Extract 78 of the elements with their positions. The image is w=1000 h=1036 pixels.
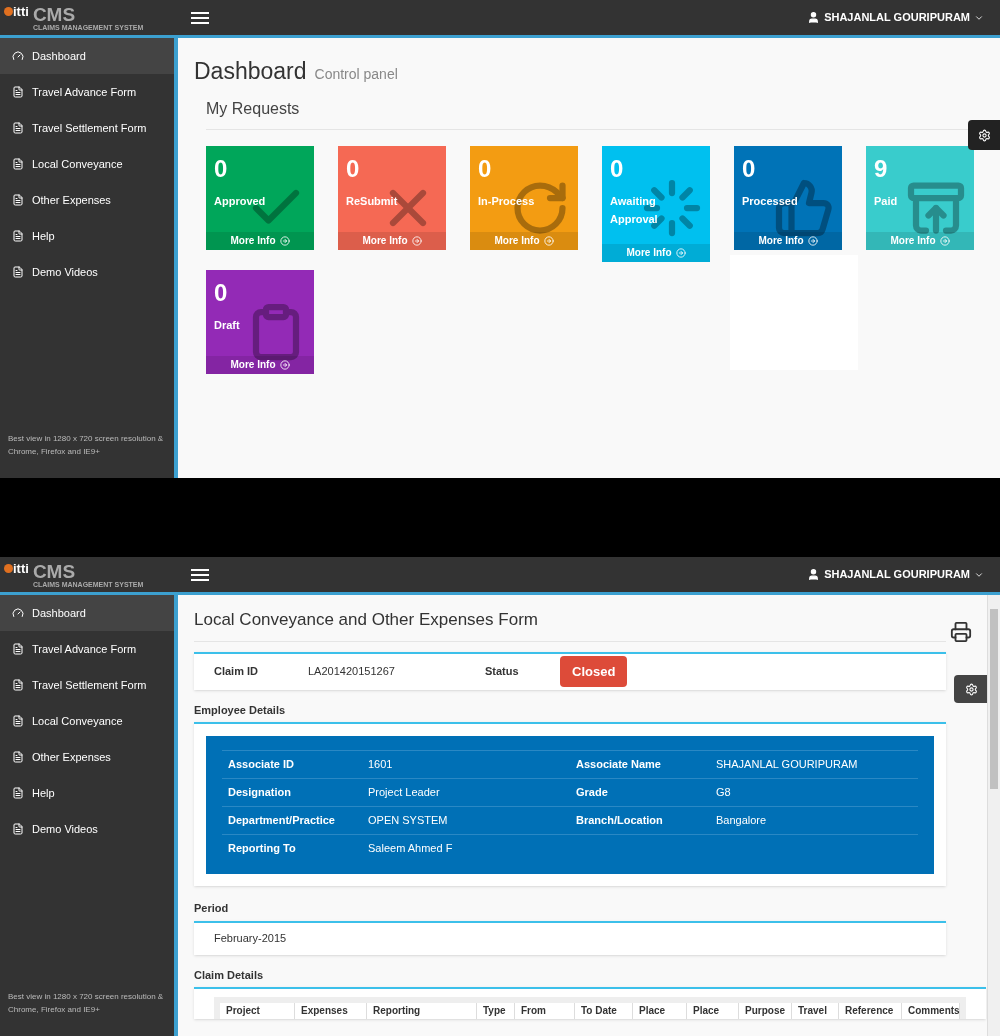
column-header: Type [477, 1003, 515, 1019]
column-header: Expenses [295, 1003, 367, 1019]
page-subtitle: Control panel [314, 65, 398, 84]
field-value: G8 [716, 785, 731, 801]
field-value: SHAJANLAL GOURIPURAM [716, 757, 858, 773]
field-label: Associate Name [576, 757, 662, 773]
column-header: Travel [792, 1003, 839, 1019]
user-menu[interactable]: SHAJANLAL GOURIPURAM [807, 9, 984, 26]
logo-title: CMS [32, 561, 77, 581]
tile-label: Processed [742, 193, 799, 209]
field-label: Associate ID [228, 757, 296, 773]
column-header: To Date [575, 1003, 633, 1019]
tile-label: ReSubmit [346, 193, 399, 209]
tile-label: In-Process [478, 193, 536, 209]
field-label: Designation [228, 785, 292, 801]
sidebar-item[interactable]: Local Conveyance [0, 146, 174, 182]
field-label: Branch/Location [576, 813, 664, 829]
tile-count: 0 [214, 277, 229, 308]
field-value: Project Leader [368, 785, 441, 801]
section-heading: Claim Details [194, 967, 265, 983]
sidebar-item[interactable]: Dashboard [0, 38, 174, 74]
field-label: Reporting To [228, 841, 297, 857]
sidebar-item[interactable]: Help [0, 218, 174, 254]
field-value: LA201420151267 [308, 664, 396, 680]
tile-label: Awaiting Approval [610, 193, 659, 227]
tile-label: Draft [214, 317, 241, 333]
field-value: Bangalore [716, 813, 767, 829]
tile-count: 0 [478, 153, 493, 184]
tile-count: 0 [610, 153, 625, 184]
more-info-link[interactable]: More Info [338, 231, 446, 250]
tile-count: 0 [346, 153, 361, 184]
field-value: February-2015 [214, 931, 287, 947]
section-title: My Requests [206, 98, 301, 119]
field-value: 1601 [368, 757, 394, 773]
sidebar-item[interactable]: Travel Advance Form [0, 631, 174, 667]
tile-label: Paid [874, 193, 899, 209]
browser-note: Best view in 1280 x 720 screen resolution & Chrome, Firefox and IE9+ [7, 991, 165, 1016]
logo-title: CMS [32, 4, 77, 24]
column-header: Purpose [739, 1003, 792, 1019]
tile-count: 9 [874, 153, 889, 184]
tile-count: 0 [742, 153, 757, 184]
field-label: Grade [576, 785, 609, 801]
more-info-link[interactable]: More Info [206, 355, 314, 374]
page-title: Local Conveyance and Other Expenses Form [194, 609, 539, 631]
section-heading: Period [194, 901, 230, 916]
tile-label: Approved [214, 193, 267, 209]
sidebar-item[interactable]: Other Expenses [0, 182, 174, 218]
sidebar-item[interactable]: Help [0, 775, 174, 811]
sidebar-item[interactable]: Travel Advance Form [0, 74, 174, 110]
sidebar-item[interactable]: Dashboard [0, 595, 174, 631]
logo-mark: itti [13, 561, 29, 575]
column-header: Comments [902, 1003, 960, 1019]
more-info-link[interactable]: More Info [734, 231, 842, 250]
sidebar-item[interactable]: Demo Videos [0, 254, 174, 290]
column-header: From [515, 1003, 575, 1019]
page-title: Dashboard [194, 57, 307, 86]
column-header: Project [220, 1003, 295, 1019]
browser-note: Best view in 1280 x 720 screen resolution & Chrome, Firefox and IE9+ [7, 433, 165, 458]
user-menu[interactable]: SHAJANLAL GOURIPURAM [807, 566, 984, 583]
column-header: Place [633, 1003, 687, 1019]
field-value: Saleem Ahmed F [368, 841, 454, 857]
field-label: Department/Practice [228, 813, 336, 829]
sidebar-item[interactable]: Other Expenses [0, 739, 174, 775]
field-label: Claim ID [214, 664, 259, 680]
field-value: OPEN SYSTEM [368, 813, 449, 829]
sidebar-item[interactable]: Travel Settlement Form [0, 667, 174, 703]
column-header: Place [687, 1003, 739, 1019]
logo-mark: itti [13, 4, 29, 18]
field-label: Status [485, 664, 520, 680]
sidebar-item[interactable]: Demo Videos [0, 811, 174, 847]
more-info-link[interactable]: More Info [206, 231, 314, 250]
column-header: Reporting [367, 1003, 477, 1019]
column-header: Reference [839, 1003, 902, 1019]
sidebar-item[interactable]: Travel Settlement Form [0, 110, 174, 146]
section-heading: Employee Details [194, 702, 287, 718]
tile-count: 0 [214, 153, 229, 184]
status-badge: Closed [560, 655, 628, 688]
sidebar-item[interactable]: Local Conveyance [0, 703, 174, 739]
